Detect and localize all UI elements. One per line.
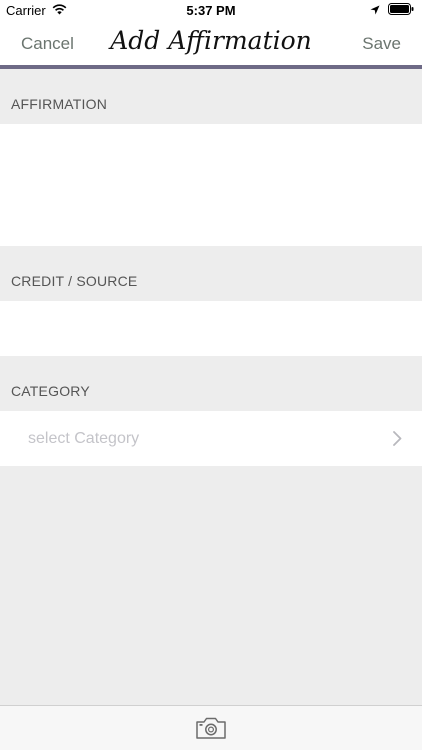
category-section-header: CATEGORY [0,356,422,411]
credit-section-header: CREDIT / SOURCE [0,246,422,301]
status-right [370,3,414,18]
affirmation-section-header: AFFIRMATION [0,69,422,124]
navigation-bar: Cancel Add Affirmation Save [0,22,422,65]
battery-icon [388,3,414,18]
chevron-right-icon [393,431,402,451]
status-time: 5:37 PM [186,3,236,18]
bottom-toolbar [0,705,422,750]
credit-header-label: CREDIT / SOURCE [11,273,138,289]
category-select-row[interactable]: select Category [0,411,422,466]
save-button[interactable]: Save [362,34,401,54]
camera-icon [195,717,227,744]
category-header-label: CATEGORY [11,383,90,399]
status-bar: Carrier 5:37 PM [0,0,422,22]
location-arrow-icon [370,3,380,18]
category-placeholder: select Category [28,430,140,447]
credit-source-field[interactable] [0,301,422,356]
affirmation-text-field[interactable] [0,124,422,246]
affirmation-header-label: AFFIRMATION [11,96,108,112]
page-title: Add Affirmation [110,26,312,55]
camera-button[interactable] [195,716,227,740]
